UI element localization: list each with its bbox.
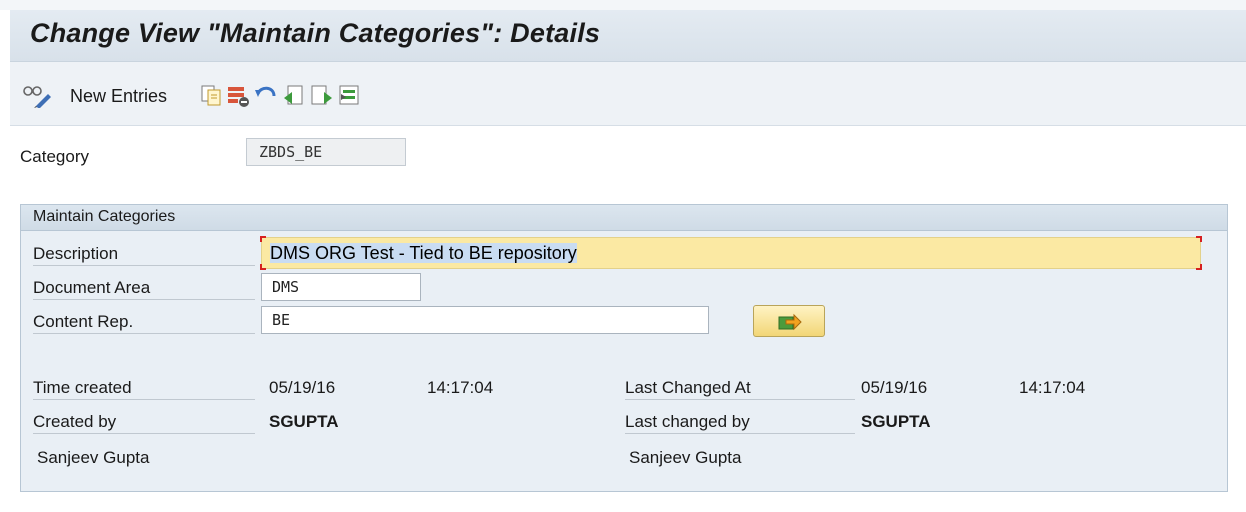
description-value: DMS ORG Test - Tied to BE repository — [270, 243, 577, 263]
changed-time: 14:17:04 — [1019, 378, 1086, 397]
created-time: 14:17:04 — [427, 378, 494, 397]
application-toolbar: New Entries — [10, 62, 1246, 126]
glasses-edit-icon[interactable] — [22, 84, 52, 108]
page-top-strip — [0, 0, 1246, 10]
document-area-field[interactable]: DMS — [261, 273, 421, 301]
maintain-categories-group: Maintain Categories Description DMS ORG … — [20, 204, 1228, 492]
select-block-icon[interactable] — [338, 84, 362, 108]
description-field[interactable]: DMS ORG Test - Tied to BE repository — [260, 236, 1202, 270]
title-bar: Change View "Maintain Categories": Detai… — [10, 10, 1246, 62]
focus-corner-bottom-right — [1196, 264, 1202, 270]
new-entries-button[interactable]: New Entries — [70, 84, 167, 108]
changed-by-name: Sanjeev Gupta — [629, 448, 742, 467]
changed-date: 05/19/16 — [861, 378, 928, 397]
changed-by-user: SGUPTA — [861, 412, 931, 431]
previous-entry-icon[interactable] — [282, 84, 306, 108]
category-field: ZBDS_BE — [246, 138, 406, 166]
copy-icon[interactable] — [200, 84, 224, 108]
document-area-label: Document Area — [33, 277, 255, 300]
last-changed-at-label: Last Changed At — [625, 377, 855, 400]
created-by-label: Created by — [33, 411, 255, 434]
created-by-user: SGUPTA — [269, 412, 339, 431]
created-by-name: Sanjeev Gupta — [37, 448, 150, 467]
group-header: Maintain Categories — [21, 205, 1227, 231]
delete-icon[interactable] — [226, 84, 250, 108]
content-rep-field[interactable]: BE — [261, 306, 709, 334]
description-label: Description — [33, 243, 255, 266]
page-title: Change View "Maintain Categories": Detai… — [30, 18, 601, 48]
focus-corner-top-right — [1196, 236, 1202, 242]
navigate-button[interactable] — [753, 305, 825, 337]
focus-corner-top-left — [260, 236, 266, 242]
navigate-arrow-icon — [778, 311, 802, 336]
group-title: Maintain Categories — [33, 208, 176, 225]
last-changed-by-label: Last changed by — [625, 411, 855, 434]
created-date: 05/19/16 — [269, 378, 336, 397]
undo-icon[interactable] — [254, 84, 278, 108]
content-rep-label: Content Rep. — [33, 311, 255, 334]
next-entry-icon[interactable] — [310, 84, 334, 108]
time-created-label: Time created — [33, 377, 255, 400]
focus-corner-bottom-left — [260, 264, 266, 270]
category-label: Category — [20, 147, 89, 166]
